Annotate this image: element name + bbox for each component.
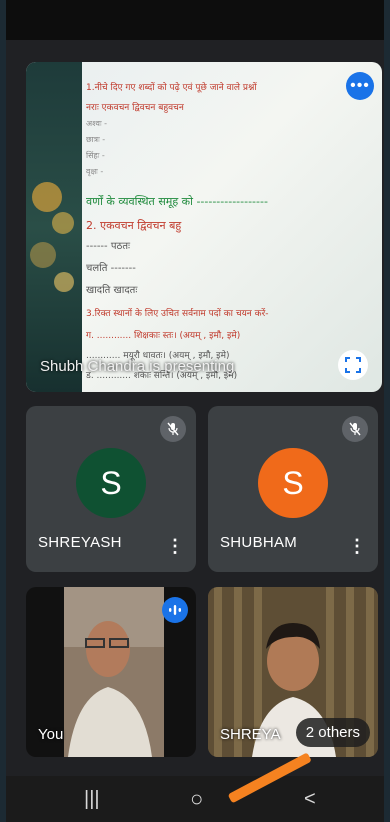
slide-text-line: अश्वः - xyxy=(86,119,108,128)
avatar: S xyxy=(258,448,328,518)
expand-glyph xyxy=(345,357,361,373)
kebab-menu-icon[interactable]: ⋮ xyxy=(166,536,184,557)
more-options-icon[interactable]: ••• xyxy=(346,72,374,100)
bokeh-light xyxy=(52,212,74,234)
participant-name: SHUBHAM xyxy=(220,534,298,551)
presenting-label: Shubh Chandra is presenting xyxy=(40,358,235,375)
slide-text-line: 3.रिक्त स्थानों के लिए उचित सर्वनाम पदों… xyxy=(86,309,269,319)
status-bar xyxy=(6,0,384,40)
slide-decoration-strip xyxy=(26,62,82,392)
mic-off-icon xyxy=(342,416,368,442)
avatar: S xyxy=(76,448,146,518)
participant-tile-shubham[interactable]: S SHUBHAM ⋮ xyxy=(208,406,378,572)
self-label: You xyxy=(38,726,64,743)
slide-text-line: ------ पठतः xyxy=(86,241,131,252)
kebab-menu-icon[interactable]: ⋮ xyxy=(348,536,366,557)
presentation-tile[interactable]: 1.नीचे दिए गए शब्दों को पढ़े एवं पूछे जा… xyxy=(26,62,382,392)
home-button[interactable]: ○ xyxy=(190,786,203,812)
bokeh-light xyxy=(30,242,56,268)
slide-text-line: चलति ------- xyxy=(86,263,136,274)
participant-video-tile[interactable]: SHREYA 2 others xyxy=(208,587,378,757)
others-count-badge[interactable]: 2 others xyxy=(295,718,370,747)
meet-window: 1.नीचे दिए गए शब्दों को पढ़े एवं पूछे जा… xyxy=(6,0,384,822)
participant-name: SHREYASH xyxy=(38,534,122,551)
speaking-indicator-icon xyxy=(162,597,188,623)
slide-text-line: 2. एकवचन द्विवचन बहु xyxy=(86,219,182,232)
participant-label: SHREYA xyxy=(220,726,281,743)
mic-off-icon xyxy=(160,416,186,442)
slide-text-line: नराः एकवचन द्विवचन बहुवचन xyxy=(86,103,184,113)
slide-text-line: वर्णों के व्यवस्थित समूह को ------------… xyxy=(86,195,268,208)
mic-off-glyph xyxy=(167,422,179,436)
system-nav-bar: ||| ○ < xyxy=(6,776,384,822)
back-button[interactable]: < xyxy=(304,788,316,811)
speaking-bars xyxy=(169,605,181,615)
slide-text-line: ग. ............ शिक्षकाः स्तः। (अयम् , इ… xyxy=(86,331,241,341)
bokeh-light xyxy=(54,272,74,292)
mic-off-glyph xyxy=(349,422,361,436)
recent-apps-button[interactable]: ||| xyxy=(84,788,100,811)
slide-text-line: 1.नीचे दिए गए शब्दों को पढ़े एवं पूछे जा… xyxy=(86,83,257,93)
slide-text-line: छात्रः - xyxy=(86,135,106,144)
bokeh-light xyxy=(32,182,62,212)
slide-text-line: खादति खादतः xyxy=(86,285,138,296)
participant-tile-shreyash[interactable]: S SHREYASH ⋮ xyxy=(26,406,196,572)
self-video-tile[interactable]: You xyxy=(26,587,196,757)
slide-text-line: सिंहः - xyxy=(86,151,105,160)
slide-text-line: वृक्षः - xyxy=(86,167,104,176)
expand-icon[interactable] xyxy=(338,350,368,380)
